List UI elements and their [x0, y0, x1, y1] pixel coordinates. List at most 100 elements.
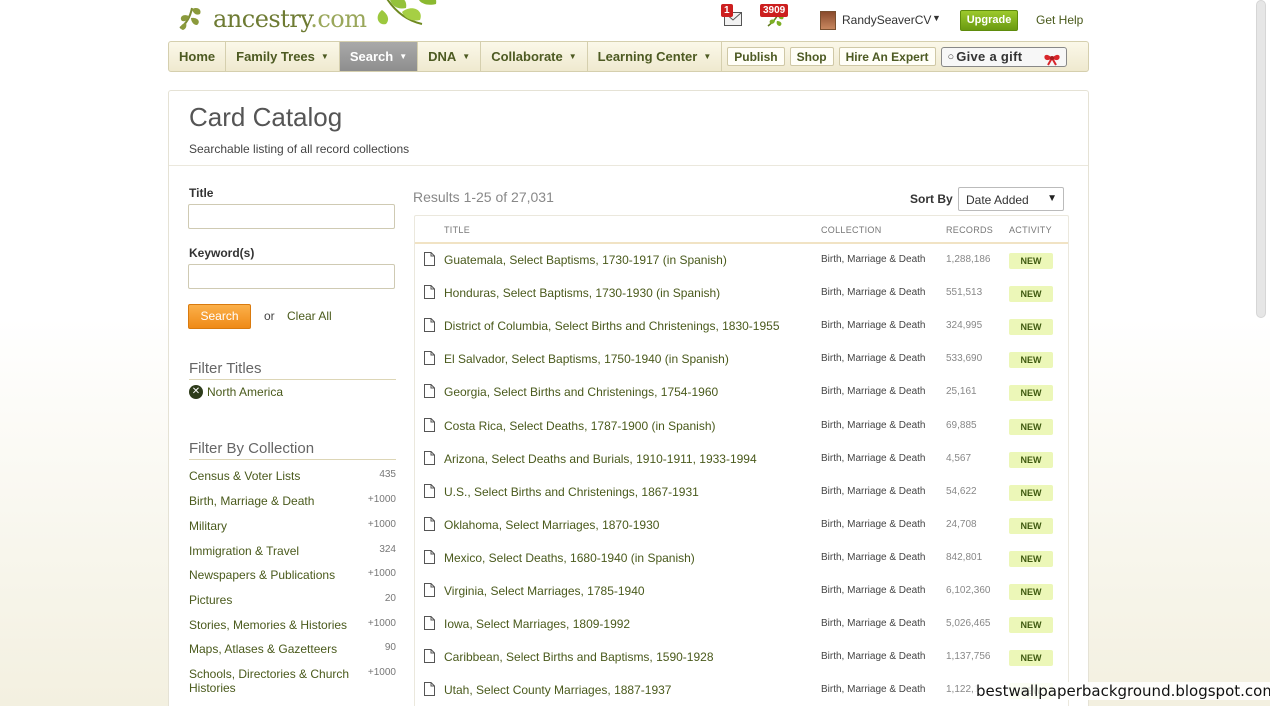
collection-count: +1000 [367, 568, 396, 579]
record-collection: Birth, Marriage & Death [821, 651, 926, 663]
record-collection: Birth, Marriage & Death [821, 287, 926, 299]
nav-collaborate[interactable]: Collaborate ▼ [481, 42, 588, 71]
page-scrollbar[interactable] [1256, 0, 1266, 318]
filter-collection-heading: Filter By Collection [189, 440, 396, 460]
ancestry-logo[interactable]: ancestry.com [176, 4, 367, 34]
record-title-link[interactable]: Utah, Select County Marriages, 1887-1937 [444, 683, 671, 697]
collection-count: +1000 [367, 519, 396, 530]
record-collection: Birth, Marriage & Death [821, 684, 926, 696]
leaf-logo-icon [179, 7, 201, 30]
nav-home[interactable]: Home [169, 42, 227, 71]
remove-filter-icon[interactable]: ✕ [189, 385, 203, 399]
record-collection: Birth, Marriage & Death [821, 254, 926, 265]
username-link[interactable]: RandySeaverCV [842, 13, 931, 27]
column-header-activity[interactable]: ACTIVITY [1009, 225, 1052, 235]
record-title-link[interactable]: Caribbean, Select Births and Baptisms, 1… [444, 650, 714, 664]
record-title-link[interactable]: Guatemala, Select Baptisms, 1730-1917 (i… [444, 253, 727, 267]
give-gift-button[interactable]: ○ Give a gift [940, 46, 1067, 67]
record-count: 69,885 [946, 419, 977, 431]
sort-by-select[interactable]: Date Added ▼ [958, 187, 1064, 211]
title-input[interactable] [188, 204, 395, 229]
document-icon [424, 285, 435, 300]
user-avatar[interactable] [820, 11, 836, 30]
new-badge: NEW [1009, 385, 1053, 402]
nav-shop-button[interactable]: Shop [789, 47, 834, 66]
nav-hire-expert-button[interactable]: Hire An Expert [838, 47, 936, 66]
column-header-records[interactable]: RECORDS [946, 225, 993, 235]
chevron-down-icon: ▼ [399, 52, 408, 61]
record-count: 324,995 [946, 320, 983, 332]
record-title-link[interactable]: Oklahoma, Select Marriages, 1870-1930 [444, 518, 659, 532]
record-collection: Birth, Marriage & Death [821, 618, 926, 630]
record-title-link[interactable]: Mexico, Select Deaths, 1680-1940 (in Spa… [444, 551, 695, 565]
table-row: Utah, Select County Marriages, 1887-1937… [415, 674, 1068, 706]
record-count: 533,690 [946, 353, 983, 365]
collection-filter-item[interactable]: Census & Voter Lists 435 [189, 469, 396, 483]
table-row: El Salvador, Select Baptisms, 1750-1940 … [415, 343, 1068, 376]
new-badge: NEW [1009, 352, 1053, 369]
new-badge: NEW [1009, 319, 1053, 336]
keyword-input[interactable] [188, 264, 395, 289]
record-title-link[interactable]: U.S., Select Births and Christenings, 18… [444, 485, 699, 499]
new-badge: NEW [1009, 617, 1053, 634]
gift-tag-icon: ○ [947, 50, 955, 63]
record-title-link[interactable]: El Salvador, Select Baptisms, 1750-1940 … [444, 352, 729, 366]
nav-search[interactable]: Search ▼ [339, 42, 419, 71]
document-icon [424, 583, 435, 597]
new-badge: NEW [1009, 484, 1053, 501]
collection-filter-item[interactable]: Stories, Memories & Histories +1000 [189, 618, 396, 632]
nav-dna[interactable]: DNA ▼ [418, 42, 482, 71]
record-collection: Birth, Marriage & Death [821, 419, 926, 431]
upgrade-button[interactable]: Upgrade [960, 10, 1018, 31]
record-title-link[interactable]: Iowa, Select Marriages, 1809-1992 [444, 617, 630, 631]
collection-filter-item[interactable]: Pictures 20 [189, 593, 396, 607]
record-title-link[interactable]: Costa Rica, Select Deaths, 1787-1900 (in… [444, 419, 715, 433]
record-count: 1,137,756 [946, 651, 991, 663]
record-title-link[interactable]: Virginia, Select Marriages, 1785-1940 [444, 584, 645, 598]
column-header-title[interactable]: TITLE [444, 225, 470, 235]
column-header-collection[interactable]: COLLECTION [821, 225, 882, 235]
collection-filter-item[interactable]: Maps, Atlases & Gazetteers 90 [189, 642, 396, 656]
keyword-label: Keyword(s) [189, 246, 255, 260]
record-count: 54,622 [946, 485, 977, 497]
page-subtitle: Searchable listing of all record collect… [189, 142, 410, 156]
collection-filter-item[interactable]: Newspapers & Publications +1000 [189, 568, 396, 582]
new-badge: NEW [1009, 286, 1053, 303]
collection-filter-item[interactable]: Birth, Marriage & Death +1000 [189, 494, 396, 508]
collection-count: +1000 [367, 618, 396, 629]
title-label: Title [189, 186, 214, 200]
collection-count: 20 [384, 593, 396, 604]
record-title-link[interactable]: Georgia, Select Births and Christenings,… [444, 385, 718, 399]
nav-family-trees[interactable]: Family Trees ▼ [226, 42, 340, 71]
collection-filter-item[interactable]: Military +1000 [189, 519, 396, 533]
document-icon [424, 351, 435, 366]
record-collection: Birth, Marriage & Death [821, 320, 926, 332]
chevron-down-icon: ▼ [703, 52, 712, 61]
table-row: Oklahoma, Select Marriages, 1870-1930 Bir… [415, 509, 1068, 542]
document-icon [424, 682, 435, 697]
nav-learning-center[interactable]: Learning Center ▼ [588, 42, 723, 71]
table-row: District of Columbia, Select Births and … [415, 310, 1068, 343]
search-button[interactable]: Search [188, 304, 251, 329]
table-row: Mexico, Select Deaths, 1680-1940 (in Spa… [415, 542, 1068, 575]
record-count: 5,026,465 [946, 618, 991, 630]
record-title-link[interactable]: Arizona, Select Deaths and Burials, 1910… [444, 452, 757, 466]
record-title-link[interactable]: Honduras, Select Baptisms, 1730-1930 (in… [444, 286, 720, 300]
collection-filter-item[interactable]: Schools, Directories & Church Histories +… [189, 667, 396, 695]
collection-filter-item[interactable]: Immigration & Travel 324 [189, 544, 396, 558]
record-collection: Birth, Marriage & Death [821, 551, 926, 563]
new-badge: NEW [1009, 253, 1053, 269]
active-filter-north-america[interactable]: ✕ North America [189, 385, 283, 399]
get-help-link[interactable]: Get Help [1036, 13, 1083, 27]
record-title-link[interactable]: District of Columbia, Select Births and … [444, 319, 780, 333]
nav-publish-button[interactable]: Publish [727, 47, 785, 66]
chevron-down-icon: ▼ [320, 52, 329, 61]
chevron-down-icon[interactable]: ▼ [932, 13, 941, 23]
sort-by-label: Sort By [910, 192, 953, 206]
record-count: 25,161 [946, 386, 977, 398]
logo-wordmark: ancestry [213, 5, 311, 33]
clear-all-link[interactable]: Clear All [287, 309, 332, 323]
table-row: Honduras, Select Baptisms, 1730-1930 (in… [415, 277, 1068, 310]
collection-count: +1000 [367, 667, 396, 678]
new-badge: NEW [1009, 584, 1053, 600]
